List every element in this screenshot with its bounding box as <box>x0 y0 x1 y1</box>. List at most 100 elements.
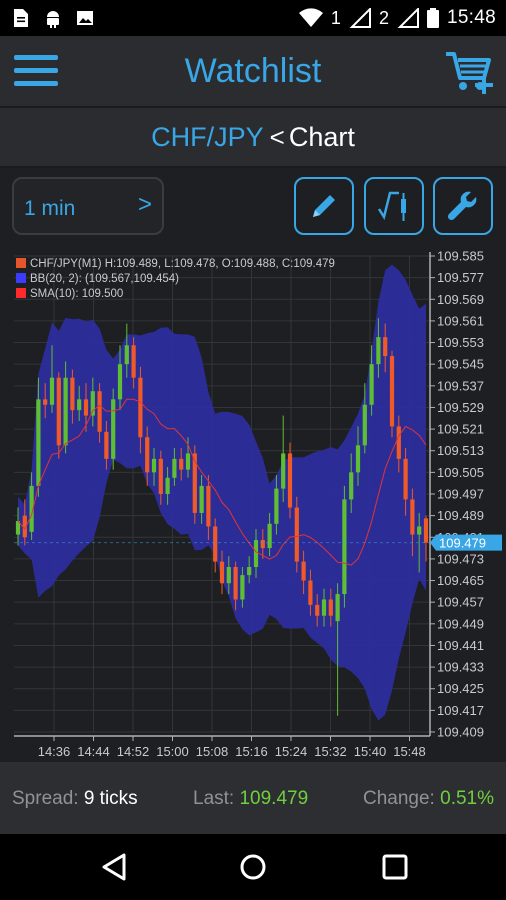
android-navigation-bar <box>0 834 506 900</box>
x-tick-label: 15:00 <box>156 744 189 759</box>
sim1-signal-icon <box>349 8 371 28</box>
back-icon[interactable] <box>100 852 130 882</box>
candle-body <box>185 453 191 470</box>
y-tick-label: 109.457 <box>437 595 484 610</box>
y-tick-label: 109.521 <box>437 422 484 437</box>
candle-body <box>151 458 157 473</box>
x-tick-label: 14:36 <box>38 744 71 759</box>
x-tick-label: 15:48 <box>393 744 426 759</box>
candle-body <box>274 488 279 524</box>
spread-info: Spread: 9 ticks <box>12 788 138 810</box>
candle-body <box>396 426 401 459</box>
page-title: Chart <box>288 121 355 152</box>
candle-body <box>233 567 238 600</box>
candle-body <box>104 431 109 459</box>
last-info: Last: 109.479 <box>193 788 308 810</box>
candle-body <box>403 458 408 500</box>
system-status: 1 2 15:48 <box>298 5 496 31</box>
chart-toolbar: 1 min > <box>0 168 506 246</box>
candle-body <box>247 567 252 576</box>
android-icon <box>47 11 59 28</box>
y-tick-label: 109.409 <box>437 725 484 740</box>
y-tick-label: 109.585 <box>437 249 484 264</box>
y-tick-label: 109.537 <box>437 378 484 393</box>
legend-swatch <box>16 288 26 298</box>
chevron-right-icon: > <box>137 191 152 218</box>
wrench-icon <box>447 191 477 221</box>
legend-label: SMA(10): 109.500 <box>30 288 123 300</box>
candle-body <box>70 377 75 411</box>
candle-body <box>376 337 381 365</box>
price-chart[interactable]: 109.585 109.577 109.569 109.561 109.553 109.5… <box>0 246 506 762</box>
indicator-button[interactable] <box>364 177 424 235</box>
y-tick-label: 109.425 <box>437 681 484 696</box>
candle-body <box>362 404 367 446</box>
y-tick-label: 109.441 <box>437 638 484 653</box>
candle-body <box>423 518 429 543</box>
bollinger-band <box>18 264 426 721</box>
x-tick-label: 15:40 <box>354 744 387 759</box>
candle-body <box>83 399 89 416</box>
y-tick-label: 109.529 <box>437 400 484 415</box>
candle-body <box>63 377 68 446</box>
add-to-cart-icon[interactable] <box>444 48 494 96</box>
candle-body <box>417 526 422 535</box>
candle-body <box>267 523 272 549</box>
candle-body <box>90 391 95 416</box>
y-tick-label: 109.553 <box>437 335 484 350</box>
current-price-label: 109.479 <box>439 536 486 551</box>
candle-body <box>49 377 55 405</box>
y-tick-label: 109.497 <box>437 487 484 502</box>
sim2-signal-icon <box>397 8 419 28</box>
candle-body <box>43 399 48 405</box>
settings-button[interactable] <box>433 177 493 235</box>
change-value: 0.51% <box>440 788 494 809</box>
wifi-icon <box>298 8 323 27</box>
spread-value: 9 ticks <box>83 788 138 809</box>
y-tick-label: 109.433 <box>437 660 484 675</box>
candle-body <box>179 458 184 470</box>
indicator-icon <box>377 191 406 221</box>
recents-icon[interactable] <box>380 852 410 882</box>
last-label: Last: <box>193 788 235 809</box>
home-icon[interactable] <box>238 852 268 882</box>
last-value: 109.479 <box>239 788 309 809</box>
timeframe-value: 1 min <box>24 197 76 220</box>
y-tick-label: 109.449 <box>437 616 484 631</box>
candle-body <box>389 356 395 427</box>
legend-swatch <box>16 258 26 268</box>
x-tick-label: 14:52 <box>117 744 150 759</box>
y-tick-label: 109.489 <box>437 508 484 523</box>
candle-body <box>199 485 204 513</box>
candle-body <box>369 364 374 405</box>
x-tick-label: 14:44 <box>77 744 110 759</box>
candle-body <box>138 377 143 438</box>
y-tick-label: 109.513 <box>437 443 484 458</box>
battery-icon <box>426 8 439 28</box>
image-icon <box>77 11 93 25</box>
document-icon <box>14 9 28 27</box>
candle-body <box>335 594 340 622</box>
y-tick-label: 109.505 <box>437 465 484 480</box>
candle-body <box>349 472 354 500</box>
candle-body <box>131 345 136 378</box>
candle-body <box>321 599 327 616</box>
status-bar: 1 2 15:48 <box>0 0 506 36</box>
breadcrumb-separator: < <box>269 121 285 152</box>
y-tick-label: 109.569 <box>437 292 484 307</box>
candle-body <box>165 477 170 494</box>
x-tick-label: 15:32 <box>314 744 347 759</box>
timeframe-selector[interactable]: 1 min > <box>12 177 164 235</box>
change-info: Change: 0.51% <box>363 788 494 810</box>
draw-tool-button[interactable] <box>294 177 354 235</box>
candle-body <box>213 526 218 562</box>
candlestick-chart[interactable]: 109.585 109.577 109.569 109.561 109.553 109.5… <box>0 246 506 762</box>
candle-body <box>192 453 197 513</box>
spread-label: Spread: <box>12 788 79 809</box>
candle-body <box>145 437 150 473</box>
candle-body <box>36 399 41 486</box>
quote-footer: Spread: 9 ticks Last: 109.479 Change: 0.… <box>0 762 506 834</box>
y-tick-label: 109.465 <box>437 573 484 588</box>
candle-body <box>97 391 102 432</box>
breadcrumb-pair[interactable]: CHF/JPY <box>151 122 264 153</box>
